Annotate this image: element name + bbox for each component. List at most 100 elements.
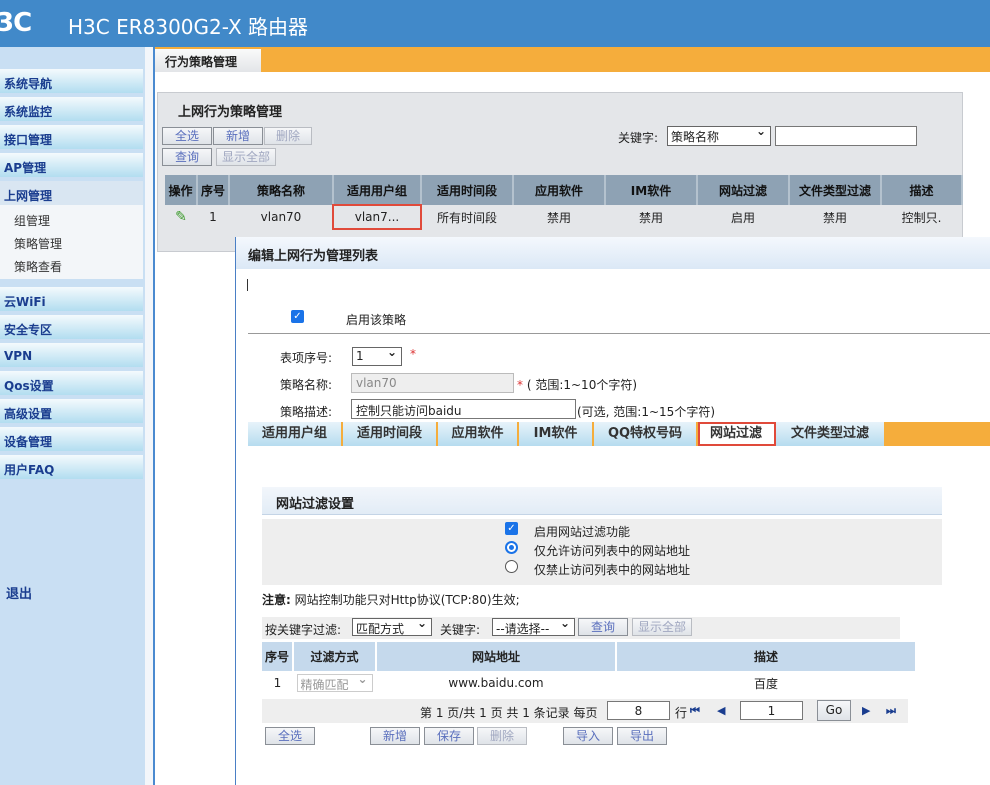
website-table: 序号 过滤方式 网站地址 描述 1 精确匹配 www.baidu.com 百度 [262,642,917,695]
filter-tabs: 适用用户组 适用时间段 应用软件 IM软件 QQ特权号码 网站过滤 文件类型过滤 [248,422,990,446]
tab-web-filter[interactable]: 网站过滤 [698,422,776,446]
col-header[interactable]: 策略名称 [229,175,334,205]
sidebar-item-nav[interactable]: 系统导航 [0,69,143,93]
col-header: 序号 [262,642,294,671]
index-label: 表项序号: [280,351,333,365]
table-row: 1 精确匹配 www.baidu.com 百度 [262,671,916,695]
sidebar-item-internet[interactable]: 上网管理 [0,181,143,205]
pager: 第 1 页/共 1 页 共 1 条记录 每页 8 行 ⏮ ◀ 1 Go ▶ ⏭ [262,699,908,723]
col-header: 描述 [616,642,917,671]
col-header: 适用用户组 [333,175,422,205]
select-all-button[interactable]: 全选 [265,727,315,745]
delete-button[interactable]: 删除 [264,127,312,145]
match-mode-select[interactable]: 匹配方式 [352,616,432,636]
row-no: 1 [273,676,282,690]
tab-time-range[interactable]: 适用时间段 [343,422,438,446]
page-input[interactable]: 1 [740,701,803,720]
enable-web-filter-checkbox[interactable]: ✓ [505,522,518,535]
export-button[interactable]: 导出 [617,727,667,745]
enable-policy-checkbox[interactable]: ✓ [291,310,304,323]
delete-button[interactable]: 删除 [477,727,527,745]
desc-label: 策略描述: [280,405,333,419]
note-label: 注意: [262,593,291,607]
keyword-select[interactable]: --请选择-- [492,616,575,636]
row-desc: 控制只. [901,210,942,225]
sidebar-item-interface[interactable]: 接口管理 [0,125,143,149]
sidebar-subitem-groups[interactable]: 组管理 [14,212,50,229]
tab-im[interactable]: IM软件 [519,422,594,446]
tab-strip [155,47,990,72]
go-button[interactable]: Go [817,700,851,721]
deny-only-label: 仅禁止访问列表中的网站地址 [534,563,691,577]
allow-only-radio[interactable] [505,541,518,554]
tab-qq[interactable]: QQ特权号码 [594,422,698,446]
col-header: 序号 [197,175,230,205]
col-header: 文件类型过滤 [789,175,882,205]
keyword-label: 关键字: [618,131,659,145]
sidebar-item-device[interactable]: 设备管理 [0,427,143,451]
sidebar-item-security[interactable]: 安全专区 [0,315,143,339]
desc-hint: (可选, 范围:1~15个字符) [577,405,715,419]
prev-page-icon[interactable]: ◀ [717,704,725,717]
row-mode-select[interactable]: 精确匹配 [296,672,373,692]
last-page-icon[interactable]: ⏭ [886,704,896,718]
row-file: 禁用 [822,210,847,225]
dialog-title: 编辑上网行为管理列表 [236,237,990,269]
allow-only-label: 仅允许访问列表中的网站地址 [534,544,691,558]
keyword-select[interactable]: 策略名称 [667,124,771,146]
row-web: 启用 [730,210,755,225]
keyword-input[interactable] [775,126,917,146]
name-input[interactable]: vlan70 [351,373,514,393]
sidebar-item-faq[interactable]: 用户FAQ [0,455,143,479]
index-select[interactable]: 1 [352,345,402,366]
web-filter-options: ✓ 启用网站过滤功能 仅允许访问列表中的网站地址 仅禁止访问列表中的网站地址 [262,519,942,585]
row-time: 所有时间段 [436,210,497,225]
first-page-icon[interactable]: ⏮ [690,704,700,718]
add-button[interactable]: 新增 [370,727,420,745]
sidebar: 系统导航 系统监控 接口管理 AP管理 上网管理 组管理 策略管理 策略查看 云… [0,47,145,785]
query-button[interactable]: 查询 [578,618,628,636]
tab-behavior-policy[interactable]: 行为策略管理 [155,49,261,72]
edit-pencil-icon[interactable]: ✎ [175,209,187,225]
web-filter-title: 网站过滤设置 [262,487,942,515]
row-no: 1 [209,210,217,224]
sidebar-item-qos[interactable]: Qos设置 [0,371,143,395]
required-mark: * [410,347,416,361]
show-all-button[interactable]: 显示全部 [216,148,276,166]
import-button[interactable]: 导入 [563,727,613,745]
filter-label: 按关键字过滤: [265,623,342,637]
add-button[interactable]: 新增 [213,127,263,145]
sidebar-subitem-policy[interactable]: 策略管理 [14,235,62,252]
col-header: 操作 [165,175,198,205]
save-button[interactable]: 保存 [424,727,474,745]
col-header: 描述 [881,175,963,205]
query-button[interactable]: 查询 [162,148,212,166]
divider [145,47,155,785]
col-header: 网站过滤 [697,175,790,205]
tab-file-type[interactable]: 文件类型过滤 [776,422,886,446]
sidebar-item-monitor[interactable]: 系统监控 [0,97,143,121]
row-url: www.baidu.com [448,676,544,690]
logout-link[interactable]: 退出 [6,583,32,602]
sidebar-subitem-view[interactable]: 策略查看 [14,258,62,275]
per-page-input[interactable]: 8 [607,701,670,720]
required-mark: * [517,378,523,392]
sidebar-item-ap[interactable]: AP管理 [0,153,143,177]
policy-table: 操作 序号 策略名称 适用用户组 适用时间段 应用软件 IM软件 网站过滤 文件… [165,175,963,230]
tab-app[interactable]: 应用软件 [438,422,519,446]
select-all-button[interactable]: 全选 [162,127,212,145]
name-label: 策略名称: [280,378,333,392]
desc-input[interactable]: 控制只能访问baidu [351,399,576,419]
sidebar-item-advanced[interactable]: 高级设置 [0,399,143,423]
next-page-icon[interactable]: ▶ [862,704,870,717]
note-text: 网站控制功能只对Http协议(TCP:80)生效; [294,593,520,607]
deny-only-radio[interactable] [505,560,518,573]
sidebar-item-vpn[interactable]: VPN [0,343,143,367]
app-header: 3C H3C ER8300G2-X 路由器 [0,0,990,47]
h3c-logo: 3C [0,8,32,38]
show-all-button[interactable]: 显示全部 [632,618,692,636]
sidebar-item-cloudwifi[interactable]: 云WiFi [0,287,143,311]
tab-user-group[interactable]: 适用用户组 [248,422,343,446]
col-header: IM软件 [605,175,698,205]
col-header: 应用软件 [513,175,606,205]
